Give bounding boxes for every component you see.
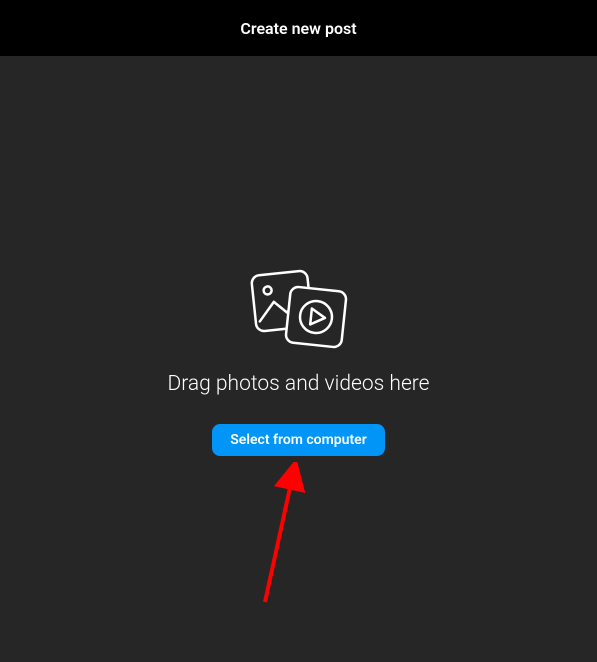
upload-prompt-text: Drag photos and videos here (167, 372, 429, 396)
upload-dropzone[interactable]: Drag photos and videos here Select from … (0, 56, 597, 662)
modal-title: Create new post (240, 19, 356, 38)
modal-header: Create new post (0, 0, 597, 56)
select-from-computer-button[interactable]: Select from computer (212, 424, 384, 456)
media-upload-icon (239, 262, 359, 352)
